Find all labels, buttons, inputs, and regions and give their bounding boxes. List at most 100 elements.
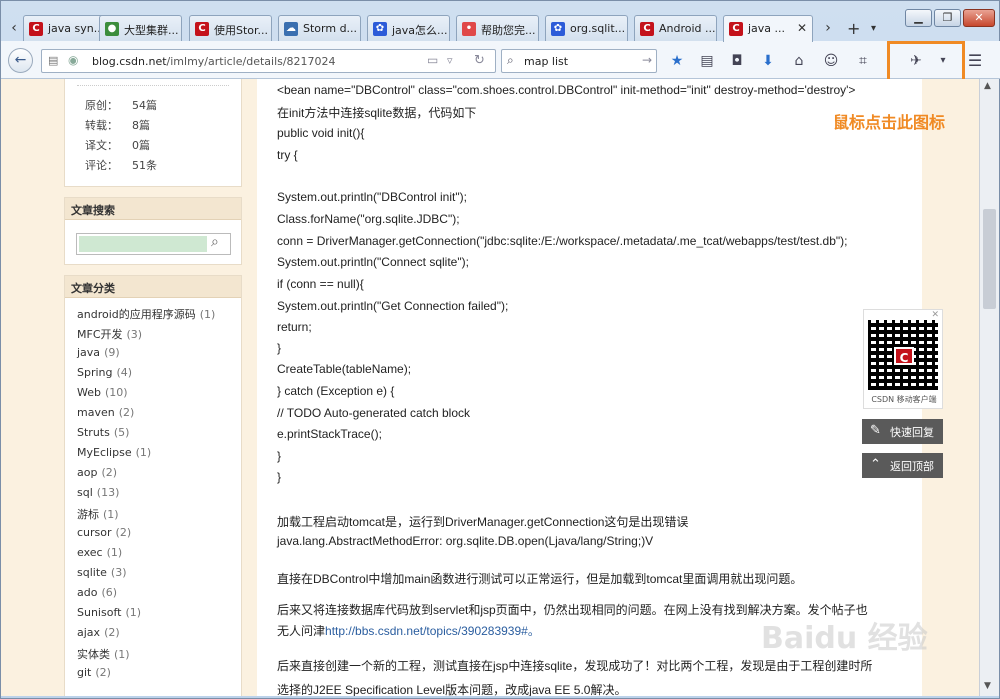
tab-2[interactable]: C 使用Stor... [189, 15, 272, 41]
category-item[interactable]: Struts (5) [77, 426, 129, 439]
category-name[interactable]: 实体类 [77, 648, 110, 661]
back-to-top-button[interactable]: ⌃ 返回顶部 [862, 453, 943, 478]
search-icon[interactable]: ⌕ [211, 234, 219, 250]
url-bar[interactable]: ▤ ◉ blog.csdn.net/imlmy/article/details/… [41, 49, 496, 73]
category-item[interactable]: ado (6) [77, 586, 117, 599]
category-name[interactable]: exec [77, 546, 103, 559]
tab-3[interactable]: ☁ Storm d... [278, 15, 361, 41]
category-name[interactable]: Sunisoft [77, 606, 121, 619]
tab-0[interactable]: C java syn... [23, 15, 106, 41]
article-line: 选择的J2EE Specification Level版本问题，改成java E… [277, 683, 627, 696]
scrollbar-thumb[interactable] [983, 209, 996, 309]
category-name[interactable]: android的应用程序源码 [77, 308, 196, 321]
bbs-topic-link[interactable]: http://bbs.csdn.net/topics/390283939#。 [325, 624, 540, 638]
category-name[interactable]: sqlite [77, 566, 107, 579]
category-name[interactable]: 游标 [77, 508, 99, 521]
qr-close-icon[interactable]: ✕ [931, 310, 939, 320]
chevron-up-icon: ⌃ [870, 457, 881, 472]
category-name[interactable]: cursor [77, 526, 112, 539]
category-count: (2) [95, 666, 111, 679]
bookmarks-menu-icon[interactable]: ▤ [697, 51, 717, 71]
tab-1[interactable]: ● 大型集群... [99, 15, 182, 41]
category-name[interactable]: sql [77, 486, 93, 499]
close-window-icon[interactable]: ✕ [963, 9, 995, 27]
category-count: (2) [118, 406, 135, 419]
chat-icon[interactable]: ☺ [821, 51, 841, 71]
tab-4[interactable]: ✿ java怎么... [367, 15, 450, 41]
tab-scroll-right-icon[interactable]: › [819, 17, 837, 39]
search-bar[interactable]: ⌕ map list → [501, 49, 657, 73]
tab-5[interactable]: • 帮助您完... [456, 15, 539, 41]
category-item[interactable]: sqlite (3) [77, 566, 127, 579]
category-item[interactable]: android的应用程序源码 (1) [77, 306, 215, 322]
page-info-icon[interactable]: ▤ [48, 54, 58, 67]
category-item[interactable]: sql (13) [77, 486, 119, 499]
home-icon[interactable]: ⌂ [789, 51, 809, 71]
vertical-scrollbar[interactable]: ▲ ▼ [979, 79, 999, 696]
tab-scroll-left-icon[interactable]: ‹ [5, 17, 23, 39]
download-icon[interactable]: ⬇ [758, 51, 778, 71]
menu-icon[interactable]: ☰ [965, 51, 985, 71]
tab-8-active[interactable]: C java ... ✕ [723, 15, 813, 42]
reader-view-icon[interactable]: ▭ [427, 53, 438, 67]
category-item[interactable]: Spring (4) [77, 366, 132, 379]
divider [77, 85, 229, 86]
category-name[interactable]: ado [77, 586, 97, 599]
back-icon[interactable]: ← [8, 48, 33, 73]
category-item[interactable]: Web (10) [77, 386, 128, 399]
category-name[interactable]: Web [77, 386, 101, 399]
category-item[interactable]: MFC开发 (3) [77, 326, 142, 342]
category-item[interactable]: git (2) [77, 666, 111, 679]
tab-7[interactable]: C Android ... [634, 15, 717, 41]
search-go-icon[interactable]: → [642, 53, 652, 67]
search-icon: ⌕ [507, 53, 514, 67]
baidu-favicon-icon: ✿ [373, 22, 387, 36]
reload-icon[interactable]: ↻ [474, 53, 485, 68]
new-tab-icon[interactable]: + [847, 19, 860, 38]
quick-reply-button[interactable]: ✎ 快速回复 [862, 419, 943, 444]
pocket-icon[interactable]: ◘ [727, 51, 747, 71]
article-line: 加载工程启动tomcat是，运行到DriverManager.getConnec… [277, 515, 689, 529]
category-count: (10) [104, 386, 128, 399]
category-name[interactable]: Spring [77, 366, 113, 379]
bookmark-star-icon[interactable]: ★ [667, 51, 687, 71]
category-name[interactable]: git [77, 666, 91, 679]
article-line: e.printStackTrace(); [277, 427, 382, 441]
category-item[interactable]: ajax (2) [77, 626, 120, 639]
category-name[interactable]: java [77, 346, 100, 359]
category-name[interactable]: MFC开发 [77, 328, 123, 341]
category-item[interactable]: cursor (2) [77, 526, 131, 539]
scroll-up-icon[interactable]: ▲ [984, 81, 991, 91]
category-item[interactable]: aop (2) [77, 466, 117, 479]
stat-comments: 评论： 51条 [85, 157, 157, 173]
category-item[interactable]: maven (2) [77, 406, 134, 419]
article-search-field[interactable]: ⌕ [76, 233, 231, 255]
category-name[interactable]: Struts [77, 426, 110, 439]
tab-close-icon[interactable]: ✕ [797, 21, 807, 35]
tab-label: 帮助您完... [481, 24, 536, 37]
csdn-app-qr-widget[interactable]: ✕ C CSDN 移动客户端 [863, 309, 943, 409]
category-item[interactable]: MyEclipse (1) [77, 446, 151, 459]
article-body: <bean name="DBControl" class="com.shoes.… [257, 79, 922, 696]
tab-list-icon[interactable]: ▾ [871, 23, 876, 34]
category-item[interactable]: exec (1) [77, 546, 122, 559]
category-item[interactable]: 实体类 (1) [77, 646, 130, 662]
scroll-down-icon[interactable]: ▼ [984, 681, 991, 691]
tab-6[interactable]: ✿ org.sqlit... [545, 15, 628, 41]
csdn-favicon-icon: C [29, 22, 43, 36]
category-name[interactable]: maven [77, 406, 115, 419]
page-content: 原创： 54篇 转载： 8篇 译文： 0篇 评论： 51条 文章搜索 ⌕ 文章分类 an… [1, 79, 979, 696]
category-item[interactable]: Sunisoft (1) [77, 606, 141, 619]
category-item[interactable]: 游标 (1) [77, 506, 119, 522]
category-name[interactable]: MyEclipse [77, 446, 132, 459]
category-item[interactable]: java (9) [77, 346, 120, 359]
category-name[interactable]: ajax [77, 626, 100, 639]
baidu-favicon-icon: ✿ [551, 22, 565, 36]
minimize-icon[interactable]: ▁ [905, 9, 932, 27]
article-search-input[interactable] [79, 236, 207, 252]
maximize-icon[interactable]: ❐ [934, 9, 961, 27]
screenshot-crop-icon[interactable]: ⌗ [853, 51, 873, 71]
url-dropdown-icon[interactable]: ▿ [447, 54, 453, 67]
category-name[interactable]: aop [77, 466, 97, 479]
url-text: blog.csdn.net/imlmy/article/details/8217… [92, 55, 336, 68]
